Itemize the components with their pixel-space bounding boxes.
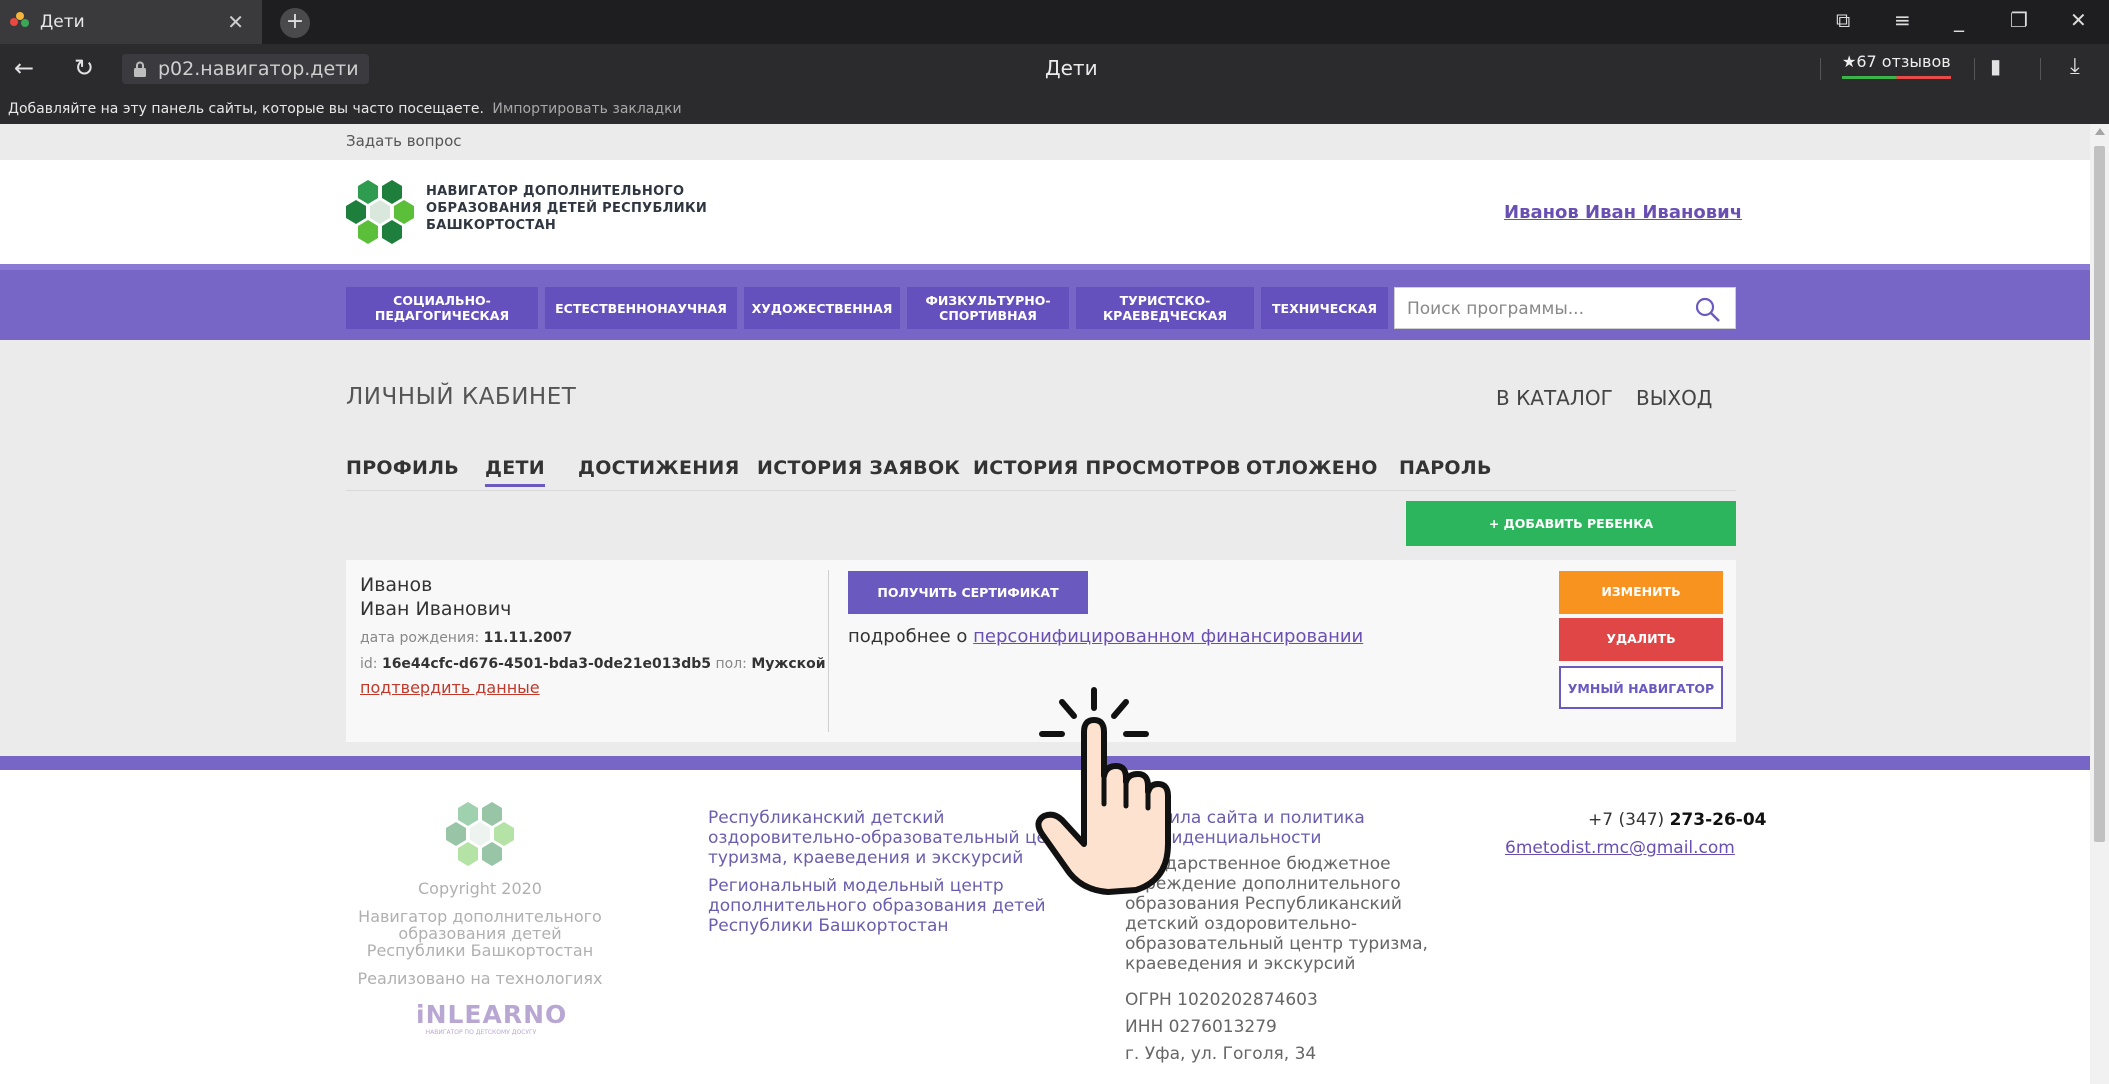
import-bookmarks-link[interactable]: Импортировать закладки [492,101,681,117]
download-icon[interactable]: ⤓ [2070,54,2080,79]
tab-request-history[interactable]: ИСТОРИЯ ЗАЯВОК [757,457,960,479]
address-bar: ← ↻ p02.навигатор.дети Дети ★67 отзывов … [0,44,2109,94]
footer-inn: ИНН 0276013279 [1125,1017,1277,1037]
scroll-up-icon[interactable] [2095,128,2105,135]
search-icon[interactable] [1695,297,1721,323]
bookmarks-bar: Добавляйте на эту панель сайты, которые … [0,94,2109,124]
browser-tab[interactable]: Дети ✕ [0,0,262,44]
category-science[interactable]: ЕСТЕСТВЕННОНАУЧНАЯ [545,287,737,329]
tab-children[interactable]: ДЕТИ [485,457,545,487]
footer-org-name: Навигатор дополнительного образования де… [358,907,602,960]
page-title: Дети [1045,56,1098,80]
child-surname: Иванов [360,574,433,596]
url-text: p02.навигатор.дети [158,58,359,80]
tabs-overview-icon[interactable]: ⧉ [1836,8,1850,32]
browser-tab-strip: Дети ✕ + ⧉ ≡ _ ❐ ✕ [0,0,2109,44]
child-id-line: id: 16e44cfc-d676-4501-bda3-0de21e013db5… [360,656,826,672]
site-logo-icon[interactable] [344,178,416,244]
child-name: Иван Иванович [360,598,512,620]
site-logo-text[interactable]: НАВИГАТОР ДОПОЛНИТЕЛЬНОГО ОБРАЗОВАНИЯ ДЕ… [426,183,707,234]
footer-ogrn: ОГРН 1020202874603 [1125,990,1318,1010]
financing-link[interactable]: персонифицированном финансировании [973,626,1363,647]
category-art[interactable]: ХУДОЖЕСТВЕННАЯ [744,287,900,329]
url-field[interactable]: p02.навигатор.дети [122,54,369,84]
close-window-icon[interactable]: ✕ [2070,8,2087,32]
tab-title: Дети [40,12,85,32]
search-placeholder: Поиск программы... [1407,299,1584,319]
lock-icon [134,61,146,77]
tab-profile[interactable]: ПРОФИЛЬ [346,457,459,479]
delete-button[interactable]: УДАЛИТЬ [1559,618,1723,661]
add-child-button[interactable]: + ДОБАВИТЬ РЕБЕНКА [1406,501,1736,546]
card-divider [828,570,829,732]
page-scrollbar[interactable] [2090,124,2109,1084]
close-tab-icon[interactable]: ✕ [227,10,244,34]
smart-navigator-button[interactable]: УМНЫЙ НАВИГАТОР [1559,666,1723,709]
tab-password[interactable]: ПАРОЛЬ [1399,457,1492,479]
bookmarks-hint: Добавляйте на эту панель сайты, которые … [8,101,484,117]
footer-logo-icon [446,802,514,866]
catalog-link[interactable]: В КАТАЛОГ [1496,386,1613,410]
bookmark-icon[interactable]: ▮ [1990,54,2001,78]
menu-icon[interactable]: ≡ [1894,8,1911,32]
back-icon[interactable]: ← [14,54,34,82]
tab-achievements[interactable]: ДОСТИЖЕНИЯ [578,457,740,479]
confirm-data-link[interactable]: подтвердить данные [360,678,540,697]
category-tourism[interactable]: ТУРИСТСКО- КРАЕВЕДЧЕСКАЯ [1076,287,1254,329]
tab-postponed[interactable]: ОТЛОЖЕНО [1246,457,1378,479]
search-input[interactable]: Поиск программы... [1394,287,1736,329]
tab-view-history[interactable]: ИСТОРИЯ ПРОСМОТРОВ [973,457,1241,479]
child-birth-date: дата рождения: 11.11.2007 [360,630,573,646]
minimize-icon[interactable]: _ [1954,8,1964,32]
restore-icon[interactable]: ❐ [2010,8,2028,32]
scrollbar-thumb[interactable] [2094,146,2105,842]
tabs-divider [346,490,1736,491]
footer-tech-text: Реализовано на технологиях [357,969,603,988]
footer-phone[interactable]: +7 (347) 273-26-04 [1588,810,1767,830]
edit-button[interactable]: ИЗМЕНИТЬ [1559,571,1723,614]
financing-info: подробнее о персонифицированном финансир… [848,626,1364,647]
category-social[interactable]: СОЦИАЛЬНО- ПЕДАГОГИЧЕСКАЯ [346,287,538,329]
footer-email-link[interactable]: 6metodist.rmc@gmail.com [1505,838,1735,858]
page-viewport: Задать вопрос НАВИГАТОР ДОПОЛНИТЕЛЬНОГО … [0,124,2090,1084]
new-tab-button[interactable]: + [280,8,310,38]
logout-link[interactable]: ВЫХОД [1636,386,1712,410]
category-bar: СОЦИАЛЬНО- ПЕДАГОГИЧЕСКАЯ ЕСТЕСТВЕННОНАУ… [0,264,2090,340]
reload-icon[interactable]: ↻ [74,54,94,82]
footer-address: г. Уфа, ул. Гоголя, 34 [1125,1044,1317,1064]
get-certificate-button[interactable]: ПОЛУЧИТЬ СЕРТИФИКАТ [848,571,1088,614]
site-favicon-icon [10,12,30,32]
category-technical[interactable]: ТЕХНИЧЕСКАЯ [1261,287,1388,329]
inlearno-logo[interactable]: iNLEARNO НАВИГАТОР ПО ДЕТСКОМУ ДОСУГУ [416,1000,566,1036]
category-sport[interactable]: ФИЗКУЛЬТУРНО- СПОРТИВНАЯ [907,287,1069,329]
site-header: НАВИГАТОР ДОПОЛНИТЕЛЬНОГО ОБРАЗОВАНИЯ ДЕ… [0,160,2090,264]
reviews-badge[interactable]: ★67 отзывов [1842,52,1951,79]
footer-copyright: Copyright 2020 [418,879,542,898]
user-name-link[interactable]: Иванов Иван Иванович [1504,202,1742,223]
hand-cursor-icon [1035,687,1171,895]
cabinet-title: ЛИЧНЫЙ КАБИНЕТ [346,384,577,410]
ask-question-link[interactable]: Задать вопрос [346,132,462,150]
